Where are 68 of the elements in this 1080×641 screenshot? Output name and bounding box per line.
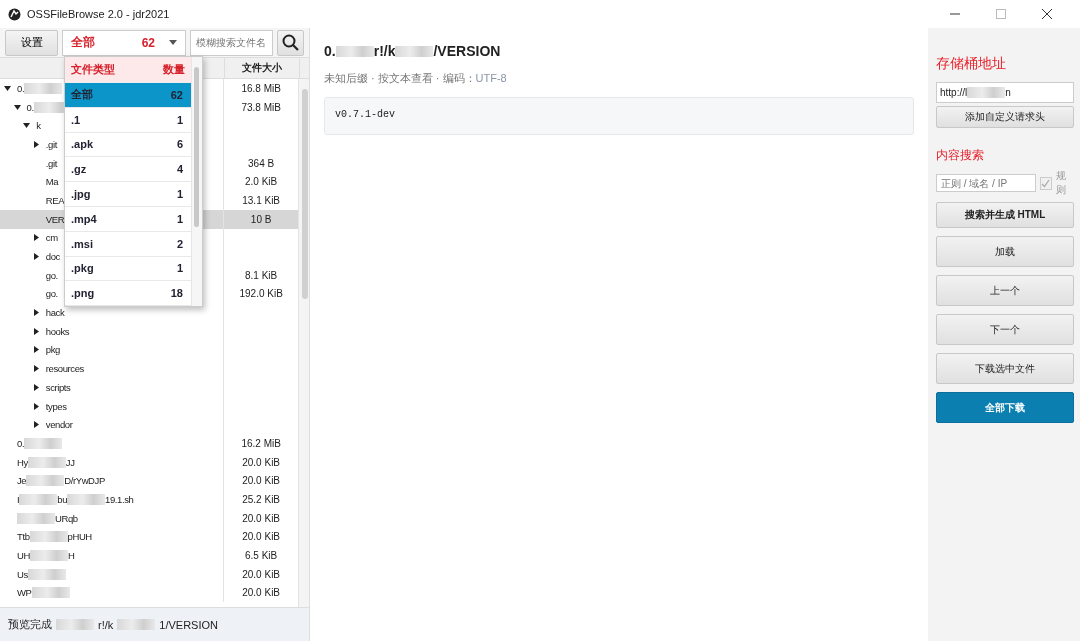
encoding-label: UTF-8 [475,72,507,84]
file-size: 16.8 MiB [241,82,281,94]
text-fragment: Ttb [17,531,30,543]
file-size: 2.0 KiB [245,176,278,188]
text-fragment: r!/k [373,43,396,59]
text-fragment: I [17,493,20,505]
text-fragment: VER [45,213,65,225]
text-fragment: types [45,400,67,412]
text-fragment: .git [45,157,57,169]
text-fragment: vendor [45,419,73,431]
text-fragment: http://l [940,87,968,98]
text-fragment: /VERSION [433,43,501,59]
file-size: 8.1 KiB [245,269,278,281]
text-fragment: scripts [45,381,71,393]
text-fragment: 19.1.sh [105,493,134,505]
text-fragment: .git [45,138,57,150]
checkbox-label: 规则 [1055,169,1067,197]
text-fragment: pHUH [67,531,92,543]
file-size: 20.0 KiB [242,475,281,487]
file-meta: 未知后缀 · 按文本查看 · 编码： [324,72,476,84]
text-fragment: hack [45,307,65,319]
file-size: 25.2 KiB [242,493,281,505]
text-fragment: go. [45,288,58,300]
text-fragment: Je [17,475,27,487]
file-size: 364 B [248,157,275,169]
column-header: 文件类型 [71,62,115,77]
text-fragment: n [1005,87,1011,98]
text-fragment: hooks [45,325,70,337]
status-label: 预览完成 [8,617,52,632]
text-fragment: WP [17,587,32,599]
text-fragment: bu [57,493,68,505]
text-fragment: cm [45,232,58,244]
text-fragment: 1/VERSION [159,618,218,631]
text-fragment: r!/k [98,618,114,631]
column-header: 数量 [163,62,185,77]
section-title: 内容搜索 [936,147,985,164]
file-size: 13.1 KiB [242,194,281,206]
file-size: 20.0 KiB [242,531,281,543]
window-title: OSSFileBrowse 2.0 - jdr2021 [27,8,170,20]
text-fragment: pkg [45,344,60,356]
text-fragment: UH [17,550,30,562]
section-title: 存储桶地址 [936,55,1007,73]
text-fragment: Ma [45,176,59,188]
file-size: 20.0 KiB [242,456,281,468]
text-fragment: URqb [55,512,78,524]
file-size: 6.5 KiB [245,550,278,562]
file-size: 20.0 KiB [242,568,281,580]
text-fragment: H [67,550,75,562]
text-fragment: 0. [17,82,25,94]
text-fragment: resources [45,363,84,375]
text-fragment: 0. [324,43,336,59]
code-block: v0.7.1-dev [324,97,914,135]
text-fragment: k [36,120,41,132]
text-fragment: doc [45,251,60,263]
file-size: 73.8 MiB [241,101,281,113]
text-fragment: 0. [26,101,34,113]
text-fragment: JJ [65,456,75,468]
file-size: 10 B [250,213,272,225]
file-size: 16.2 MiB [241,437,281,449]
text-fragment: Hy [17,456,28,468]
file-size: 20.0 KiB [242,587,281,599]
text-fragment: go. [45,269,58,281]
file-size: 192.0 KiB [239,288,283,300]
text-fragment: Us [17,568,28,580]
text-fragment: REA [45,194,65,206]
file-size: 20.0 KiB [242,512,281,524]
text-fragment: D/rYwDJP [64,475,105,487]
text-fragment: 0. [17,437,25,449]
